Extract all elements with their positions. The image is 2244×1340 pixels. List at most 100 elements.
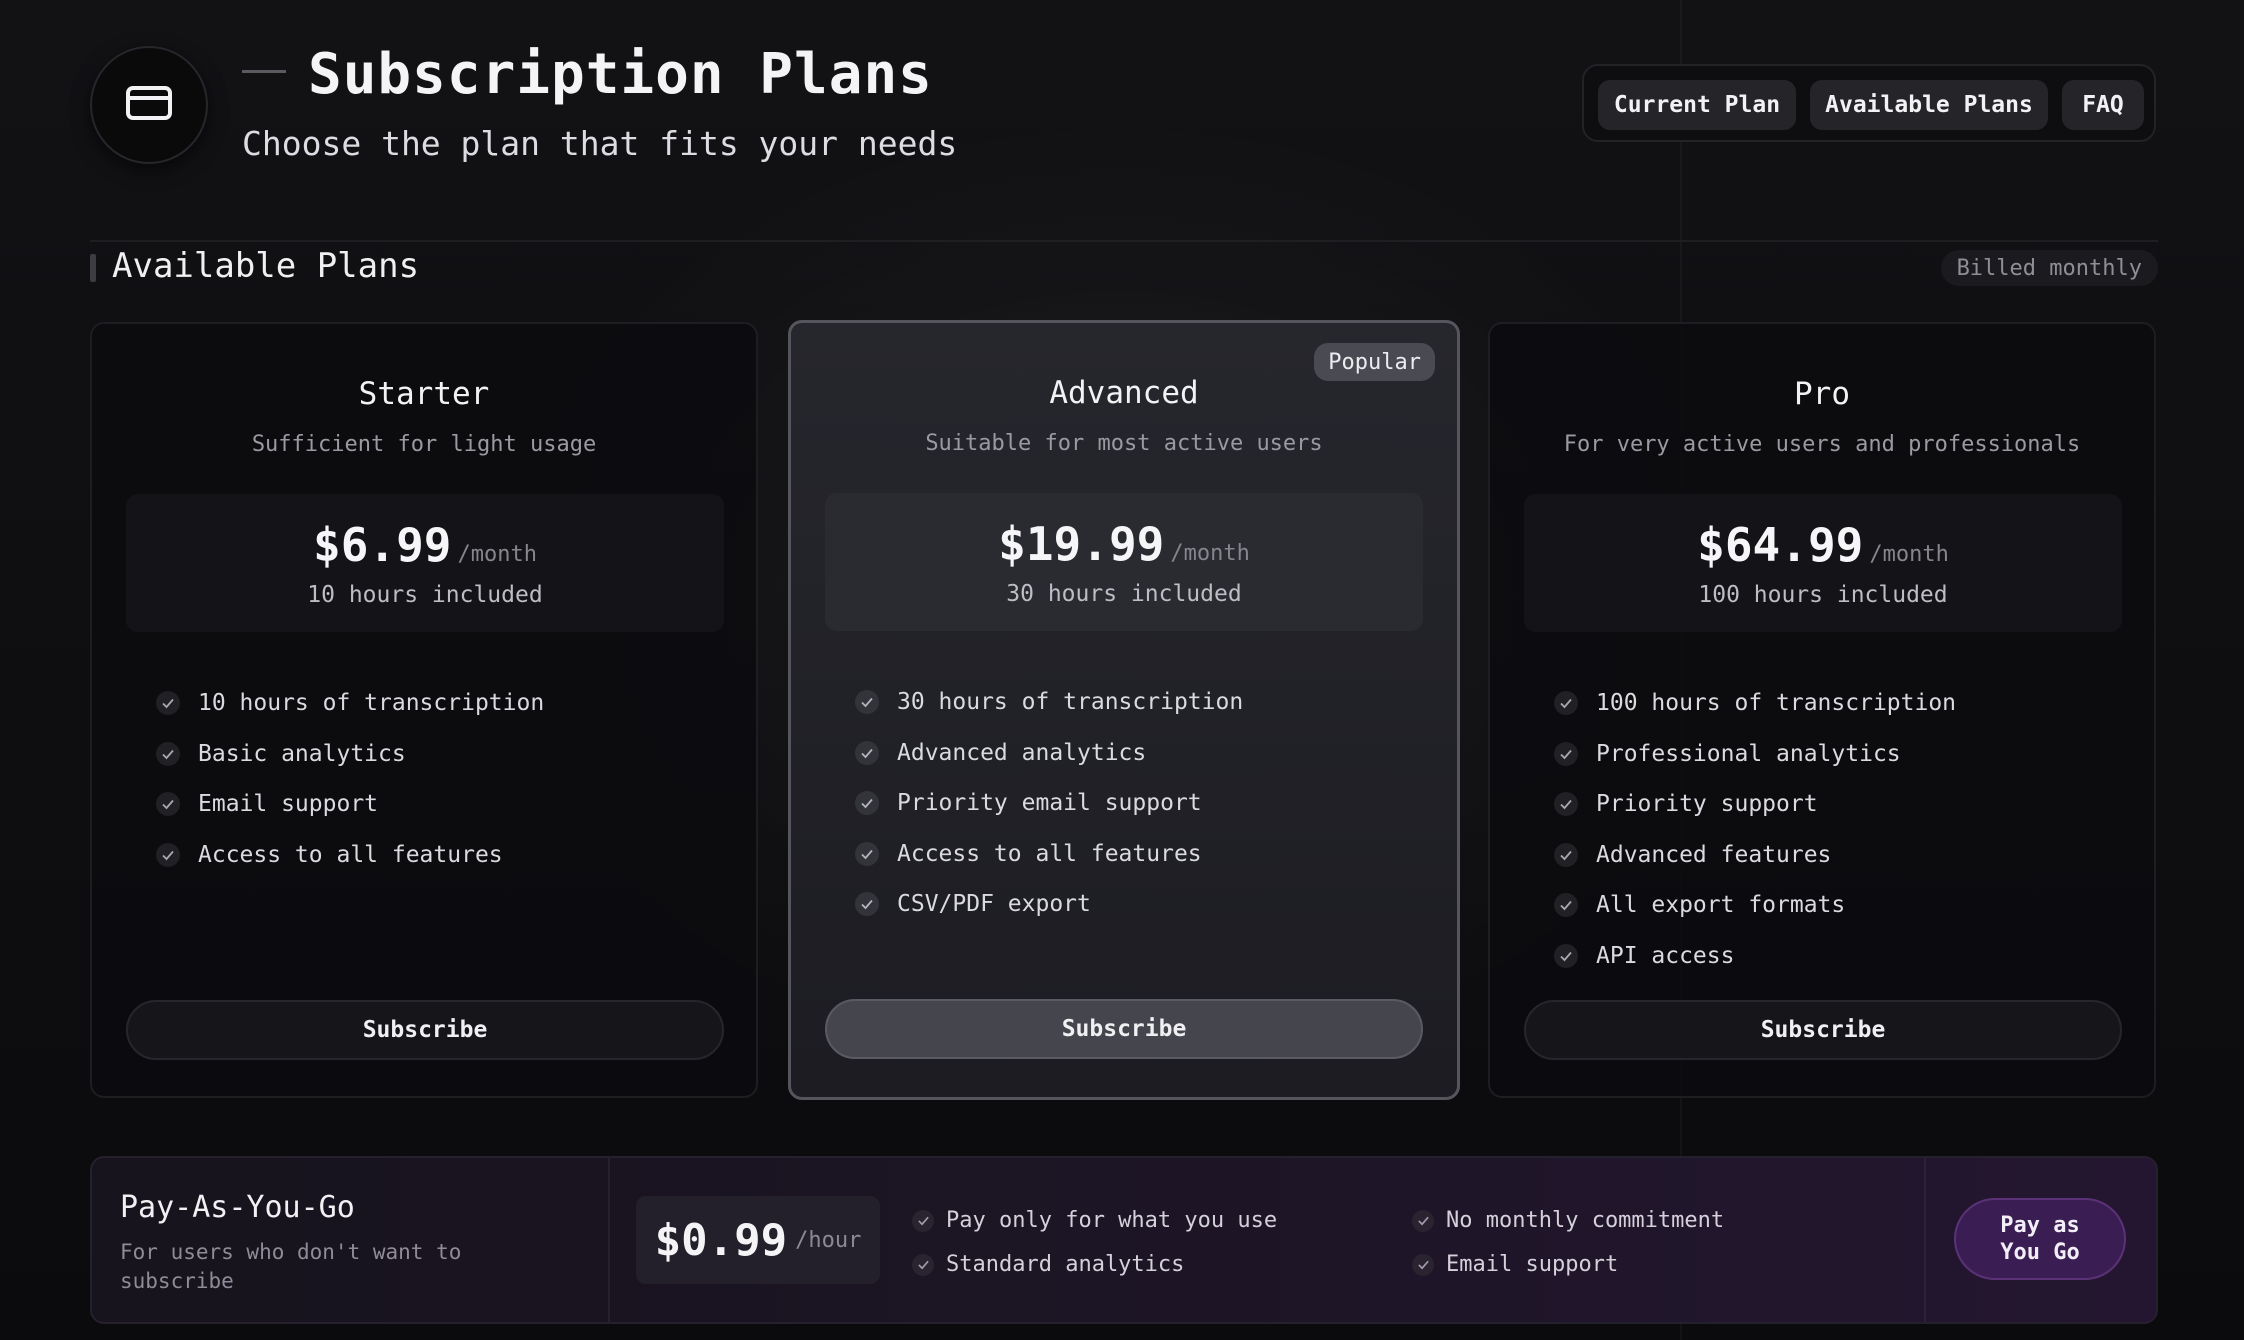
section-title: Available Plans xyxy=(112,246,420,286)
plan-name: Advanced xyxy=(1049,375,1199,411)
feature-item: API access xyxy=(1554,931,1956,982)
subscribe-pro-button[interactable]: Subscribe xyxy=(1524,1000,2122,1060)
plan-description: Suitable for most active users xyxy=(925,431,1323,456)
feature-list: 10 hours of transcription Basic analytic… xyxy=(156,678,544,880)
feature-text: Standard analytics xyxy=(946,1252,1185,1277)
payg-price: $0.99 xyxy=(654,1214,788,1266)
feature-item: Access to all features xyxy=(855,829,1243,880)
payg-feature-item: Pay only for what you use xyxy=(912,1208,1277,1233)
subscribe-advanced-button[interactable]: Subscribe xyxy=(825,999,1423,1059)
feature-item: Access to all features xyxy=(156,830,544,881)
nav-available-plans-button[interactable]: Available Plans xyxy=(1810,80,2048,130)
feature-text: Professional analytics xyxy=(1596,740,1901,767)
plan-price: $19.99 xyxy=(998,517,1165,571)
feature-text: Pay only for what you use xyxy=(946,1208,1278,1233)
feature-text: Priority email support xyxy=(897,790,1202,817)
check-icon xyxy=(1412,1253,1434,1276)
feature-text: CSV/PDF export xyxy=(897,891,1091,918)
feature-text: Advanced analytics xyxy=(897,739,1147,766)
page-title: Subscription Plans xyxy=(308,42,933,107)
payg-info: Pay-As-You-Go For users who don't want t… xyxy=(92,1158,610,1322)
header-nav: Current Plan Available Plans FAQ xyxy=(1582,64,2156,142)
feature-text: Priority support xyxy=(1596,791,1818,818)
check-icon xyxy=(1554,842,1578,867)
price-unit: /month xyxy=(1869,542,1949,567)
check-icon xyxy=(156,691,180,716)
feature-text: Access to all features xyxy=(198,841,503,868)
title-accent-dash xyxy=(242,70,286,73)
hours-included: 100 hours included xyxy=(1698,582,1948,608)
payg-action: Pay as You Go xyxy=(1924,1158,2156,1322)
plan-card-starter: Starter Sufficient for light usage $6.99… xyxy=(90,322,758,1098)
feature-text: Advanced features xyxy=(1596,841,1832,868)
check-icon xyxy=(156,792,180,817)
plan-card-advanced: Popular Advanced Suitable for most activ… xyxy=(788,320,1460,1100)
plan-price: $64.99 xyxy=(1697,518,1864,572)
pay-as-you-go-button[interactable]: Pay as You Go xyxy=(1954,1198,2126,1280)
check-icon xyxy=(912,1253,934,1276)
payg-title: Pay-As-You-Go xyxy=(120,1190,355,1225)
check-icon xyxy=(855,791,879,816)
feature-item: Priority email support xyxy=(855,778,1243,829)
hours-included: 10 hours included xyxy=(307,582,543,608)
check-icon xyxy=(1554,943,1578,968)
feature-text: Access to all features xyxy=(897,840,1202,867)
feature-item: Basic analytics xyxy=(156,729,544,780)
payg-description: For users who don't want to subscribe xyxy=(120,1240,462,1293)
nav-faq-button[interactable]: FAQ xyxy=(2062,80,2144,130)
price-box: $6.99/month 10 hours included xyxy=(126,494,724,632)
feature-text: Basic analytics xyxy=(198,740,406,767)
feature-item: 100 hours of transcription xyxy=(1554,678,1956,729)
check-icon xyxy=(156,741,180,766)
check-icon xyxy=(1412,1209,1434,1232)
check-icon xyxy=(855,740,879,765)
feature-item: Professional analytics xyxy=(1554,729,1956,780)
payg-price-box: $0.99/hour xyxy=(636,1196,880,1284)
check-icon xyxy=(855,841,879,866)
feature-item: All export formats xyxy=(1554,880,1956,931)
feature-item: Advanced analytics xyxy=(855,728,1243,779)
price-unit: /month xyxy=(1170,541,1250,566)
payg-feature-item: Standard analytics xyxy=(912,1252,1184,1277)
credit-card-icon xyxy=(125,83,173,127)
feature-list: 100 hours of transcription Professional … xyxy=(1554,678,1956,981)
feature-text: No monthly commitment xyxy=(1446,1208,1725,1233)
feature-item: 30 hours of transcription xyxy=(855,677,1243,728)
feature-text: 30 hours of transcription xyxy=(897,689,1244,716)
payg-feature-item: Email support xyxy=(1412,1252,1618,1277)
feature-text: 100 hours of transcription xyxy=(1596,690,1957,717)
feature-text: API access xyxy=(1596,942,1735,969)
check-icon xyxy=(912,1209,934,1232)
plan-description: Sufficient for light usage xyxy=(251,432,597,457)
feature-text: Email support xyxy=(198,791,379,818)
hours-included: 30 hours included xyxy=(1006,581,1242,607)
section-accent-bar xyxy=(90,254,96,282)
plan-card-pro: Pro For very active users and profession… xyxy=(1488,322,2156,1098)
plan-name: Pro xyxy=(1794,376,1850,412)
subscribe-starter-button[interactable]: Subscribe xyxy=(126,1000,724,1060)
feature-text: 10 hours of transcription xyxy=(198,690,545,717)
section-divider xyxy=(90,240,2158,242)
price-box: $64.99/month 100 hours included xyxy=(1524,494,2122,632)
check-icon xyxy=(855,690,879,715)
price-box: $19.99/month 30 hours included xyxy=(825,493,1423,631)
payg-feature-item: No monthly commitment xyxy=(1412,1208,1724,1233)
check-icon xyxy=(1554,691,1578,716)
nav-current-plan-button[interactable]: Current Plan xyxy=(1598,80,1796,130)
price-unit: /month xyxy=(457,542,537,567)
page-header: Subscription Plans Choose the plan that … xyxy=(90,42,2158,166)
feature-text: Email support xyxy=(1446,1252,1619,1277)
payg-banner: Pay-As-You-Go For users who don't want t… xyxy=(90,1156,2158,1324)
feature-text: All export formats xyxy=(1596,892,1846,919)
feature-list: 30 hours of transcription Advanced analy… xyxy=(855,677,1243,930)
plan-price: $6.99 xyxy=(313,518,452,572)
check-icon xyxy=(1554,741,1578,766)
feature-item: Advanced features xyxy=(1554,830,1956,881)
page-subtitle: Choose the plan that fits your needs xyxy=(242,124,958,163)
plan-name: Starter xyxy=(358,376,490,412)
check-icon xyxy=(156,842,180,867)
plan-description: For very active users and professionals xyxy=(1563,432,2081,457)
billing-badge: Billed monthly xyxy=(1940,250,2158,286)
logo xyxy=(90,46,208,164)
feature-item: Email support xyxy=(156,779,544,830)
